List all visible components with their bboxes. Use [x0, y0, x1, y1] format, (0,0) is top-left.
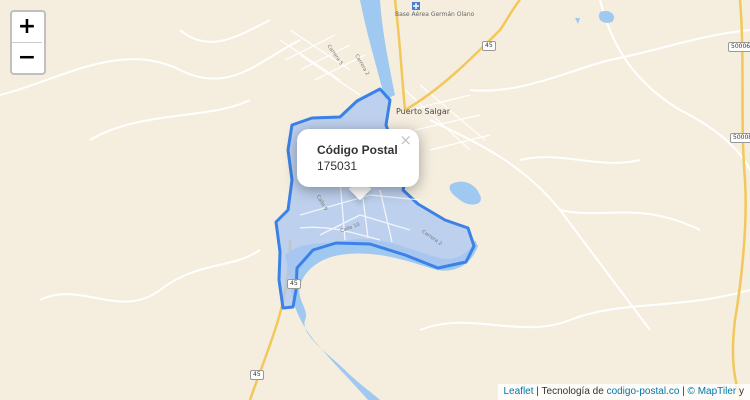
map-tiles[interactable]	[0, 0, 750, 400]
popup-close-button[interactable]: ×	[399, 131, 412, 149]
town-label-puerto-salgar: Puerto Salgar	[396, 107, 451, 116]
road-shield-45-north: 45	[482, 41, 496, 51]
maptiler-link[interactable]: © MapTiler	[688, 386, 737, 397]
zoom-out-button[interactable]: −	[12, 42, 42, 73]
attribution-bar: Leaflet | Tecnología de codigo-postal.co…	[497, 384, 750, 400]
popup-content: Código Postal 175031	[317, 142, 398, 174]
codigo-postal-link[interactable]: codigo-postal.co	[607, 386, 680, 397]
zoom-in-button[interactable]: +	[12, 12, 42, 42]
map-container[interactable]: Base Aérea Germán Olano Puerto Salgar Ca…	[0, 0, 750, 400]
leaflet-link[interactable]: Leaflet	[504, 386, 534, 397]
airport-label: Base Aérea Germán Olano	[395, 11, 475, 18]
road-shield-45-center: 45	[287, 279, 301, 289]
postal-code-popup: × Código Postal 175031	[297, 129, 419, 187]
popup-title: Código Postal	[317, 143, 398, 157]
zoom-control: + −	[10, 10, 46, 75]
postal-code-area[interactable]	[274, 87, 476, 310]
attribution-separator: |	[679, 386, 688, 397]
road-shield-50006: 50006	[728, 42, 750, 52]
airport-marker	[412, 2, 420, 10]
road-shield-45-south: 45	[250, 370, 264, 380]
attribution-text: | Tecnología de	[533, 386, 607, 397]
popup-postal-code: 175031	[317, 159, 358, 173]
road-shield-50008: 50008	[730, 133, 750, 143]
attribution-tail: y	[736, 386, 744, 397]
